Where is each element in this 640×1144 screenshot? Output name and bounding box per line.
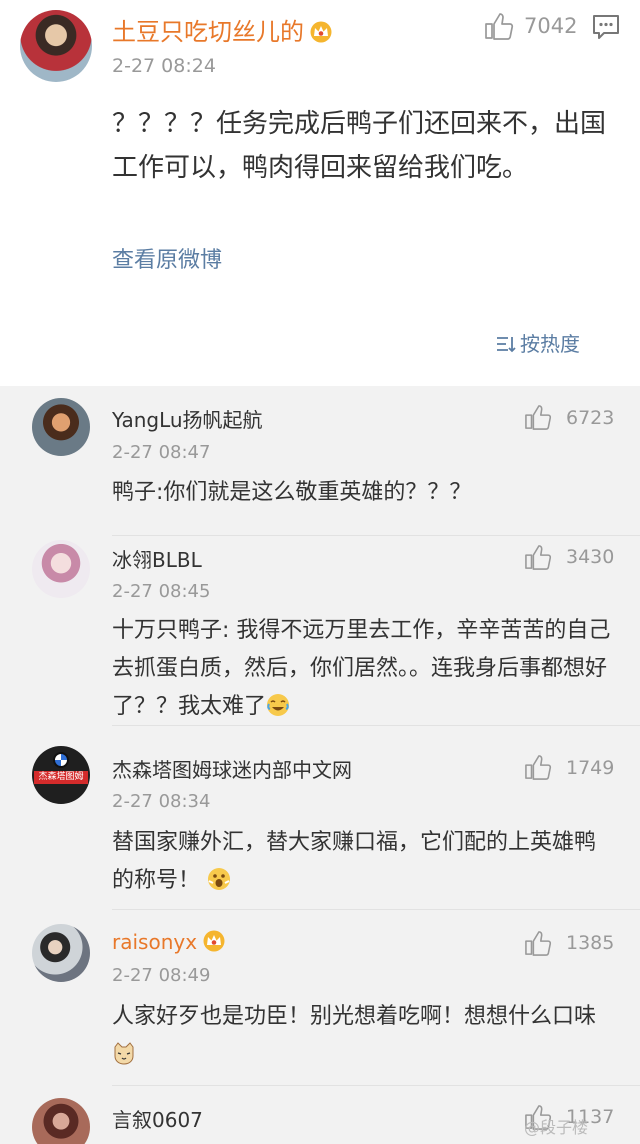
comment-like-count: 1749	[566, 757, 615, 779]
comment-username[interactable]: 言叙0607	[112, 1104, 203, 1133]
comment-username[interactable]: 杰森塔图姆球迷内部中文网	[112, 754, 352, 783]
comment-like-count: 6723	[566, 407, 615, 429]
comment-text-body: 替国家赚外汇，替大家赚口福，它们配的上英雄鸭的称号！	[112, 830, 597, 893]
comment-avatar[interactable]	[32, 1098, 90, 1144]
avatar-banner-text: 杰森塔图姆	[34, 771, 88, 784]
main-post: 土豆只吃切丝儿的 2-27 08:24 7042 ？？？？任务完成后鸭子们还回来…	[0, 0, 640, 386]
comment-text: 十万只鸭子: 我得不远万里去工作，辛辛苦苦的自己去抓蛋白质，然后，你们居然。。连…	[112, 612, 612, 726]
sort-icon	[497, 337, 516, 353]
thumbs-up-icon[interactable]	[524, 404, 552, 430]
comment-item: raisonyx 2-27 08:49 1385 人家好歹也是功臣！别光想着吃啊…	[0, 910, 640, 1086]
comment-item: YangLu扬帆起航 2-27 08:47 6723 鸭子:你们就是这么敬重英雄…	[0, 386, 640, 536]
main-post-timestamp: 2-27 08:24	[112, 55, 216, 77]
crying-laughing-emoji-icon	[267, 694, 290, 716]
comment-text-body: 十万只鸭子: 我得不远万里去工作，辛辛苦苦的自己去抓蛋白质，然后，你们居然。。连…	[112, 618, 611, 719]
comment-avatar[interactable]: 杰森塔图姆	[32, 746, 90, 804]
comment-text-body: 人家好歹也是功臣！别光想着吃啊！想想什么口味	[112, 1004, 597, 1029]
comment-username-text[interactable]: raisonyx	[112, 930, 197, 954]
comment-username[interactable]: YangLu扬帆起航	[112, 404, 263, 433]
comment-item: 杰森塔图姆 杰森塔图姆球迷内部中文网 2-27 08:34 1749 替国家赚外…	[0, 726, 640, 910]
view-original-link[interactable]: 查看原微博	[112, 242, 222, 274]
thumbs-up-icon[interactable]	[524, 754, 552, 780]
sort-by-popularity-button[interactable]: 按热度	[496, 328, 580, 357]
thumbs-up-icon[interactable]	[524, 544, 552, 570]
comment-timestamp: 2-27 08:45	[112, 581, 211, 602]
main-post-like-count: 7042	[524, 14, 578, 38]
comment-timestamp: 2-27 08:49	[112, 965, 211, 986]
comment-like-count: 1385	[566, 932, 615, 954]
comment-timestamp: 2-27 08:34	[112, 791, 211, 812]
comment-text: 人家好歹也是功臣！别光想着吃啊！想想什么口味	[112, 998, 612, 1074]
sort-label[interactable]: 按热度	[520, 332, 580, 356]
comment-item: 冰翎BLBL 2-27 08:45 3430 十万只鸭子: 我得不远万里去工作，…	[0, 536, 640, 726]
shocked-face-emoji-icon	[208, 868, 231, 890]
cat-face-emoji-icon	[114, 1042, 134, 1065]
comment-avatar[interactable]	[32, 398, 90, 456]
vip-crown-icon	[203, 930, 225, 952]
thumbs-up-icon[interactable]	[484, 12, 514, 40]
bmw-logo-icon	[53, 752, 69, 768]
comment-username[interactable]: 冰翎BLBL	[112, 544, 202, 573]
main-post-username[interactable]: 土豆只吃切丝儿的	[112, 12, 334, 47]
comment-avatar[interactable]	[32, 924, 90, 982]
comment-timestamp: 2-27 08:47	[112, 442, 211, 463]
main-post-username-text[interactable]: 土豆只吃切丝儿的	[112, 18, 304, 46]
message-icon[interactable]	[592, 14, 620, 40]
comment-username[interactable]: raisonyx	[112, 930, 227, 954]
comment-text: 鸭子:你们就是这么敬重英雄的？？？	[112, 480, 472, 505]
comment-like-count: 3430	[566, 546, 615, 568]
thumbs-up-icon[interactable]	[524, 930, 552, 956]
comment-avatar[interactable]	[32, 540, 90, 598]
main-post-avatar[interactable]	[20, 10, 92, 82]
vip-crown-icon	[310, 21, 332, 43]
main-post-text: ？？？？任务完成后鸭子们还回来不，出国工作可以，鸭肉得回来留给我们吃。	[112, 109, 607, 183]
comment-text: 替国家赚外汇，替大家赚口福，它们配的上英雄鸭的称号！	[112, 824, 612, 900]
watermark: @段子楼	[524, 1118, 589, 1137]
